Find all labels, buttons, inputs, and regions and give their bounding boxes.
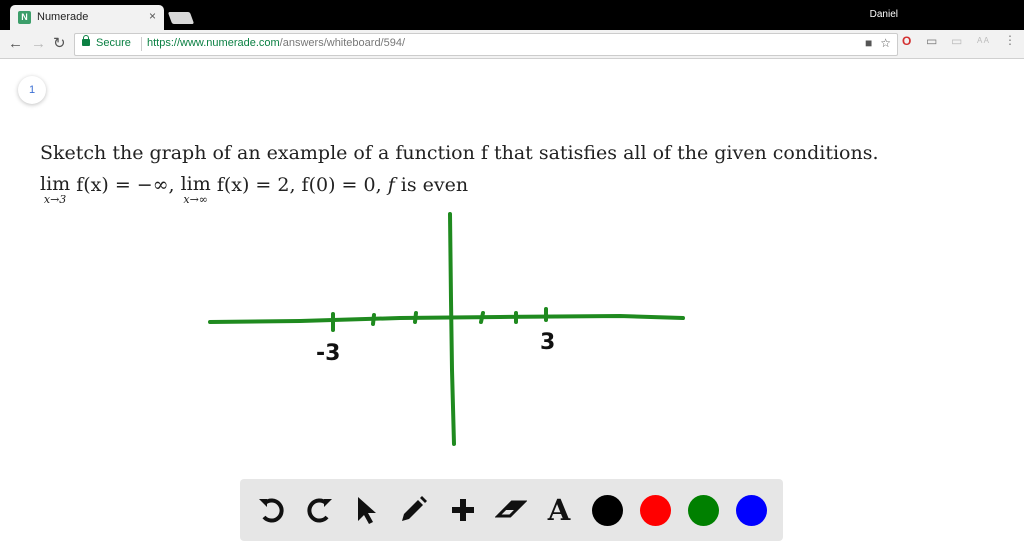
redo-icon[interactable] xyxy=(303,494,335,526)
sketch-y-axis xyxy=(448,212,456,446)
color-swatch-blue[interactable] xyxy=(736,495,767,526)
color-swatch-green[interactable] xyxy=(688,495,719,526)
plus-icon[interactable] xyxy=(447,494,479,526)
pencil-icon[interactable] xyxy=(397,494,429,526)
eraser-icon[interactable] xyxy=(495,494,527,526)
sketch-tick xyxy=(479,311,485,324)
color-swatch-black[interactable] xyxy=(592,495,623,526)
color-swatch-red[interactable] xyxy=(640,495,671,526)
sketch-tick xyxy=(413,311,418,324)
undo-icon[interactable] xyxy=(256,494,288,526)
drawing-toolbar: A xyxy=(240,479,783,541)
whiteboard-canvas[interactable]: -3 3 xyxy=(0,0,1024,550)
tick-label-3: 3 xyxy=(540,330,555,355)
pointer-icon[interactable] xyxy=(350,494,382,526)
sketch-x-axis xyxy=(208,314,685,324)
sketch-tick xyxy=(371,313,376,326)
tick-label-neg-3: -3 xyxy=(316,341,340,366)
text-tool-icon[interactable]: A xyxy=(543,494,575,526)
